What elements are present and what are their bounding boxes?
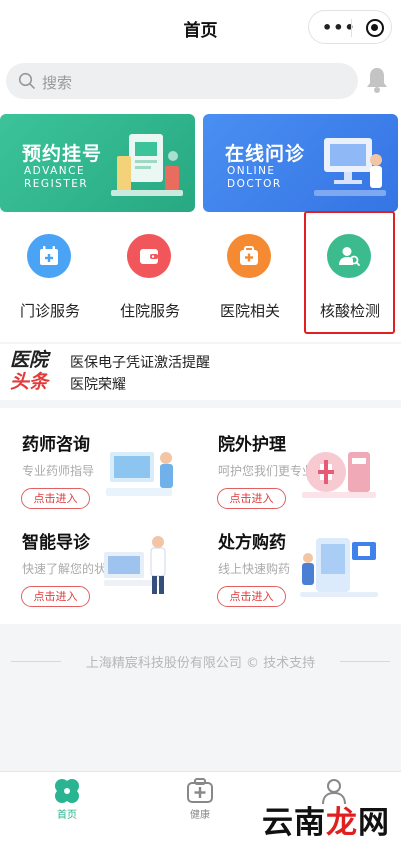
tab-label: 健康 [190, 810, 210, 821]
service-label: 医院相关 [219, 302, 280, 320]
banner-advance-register[interactable]: 预约挂号 ADVANCE REGISTER [0, 114, 195, 212]
news-item[interactable]: 医院荣耀 [70, 374, 126, 394]
card-title: 智能导诊 [22, 533, 90, 553]
calendar-plus-icon [27, 234, 71, 278]
miniprogram-capsule: ••• [308, 10, 392, 44]
card-prescription-purchase[interactable]: 处方购药 线上快速购药 点击进入 [196, 514, 386, 614]
news-brand-logo: 医院 头条 [10, 349, 60, 393]
footer-divider [340, 661, 390, 662]
search-row: 搜索 [0, 56, 401, 106]
card-title: 药师咨询 [22, 435, 90, 455]
search-input[interactable]: 搜索 [6, 63, 358, 99]
card-subtitle: 线上快速购药 [218, 562, 291, 576]
watermark-text-3: 网 [358, 805, 390, 841]
card-title: 处方购药 [218, 533, 286, 553]
enter-button[interactable]: 点击进入 [21, 586, 90, 607]
triage-illustration-icon [104, 536, 166, 594]
brand-line-2: 头条 [10, 371, 49, 393]
online-doctor-illustration-icon [314, 138, 386, 196]
pharmacist-illustration-icon [106, 452, 173, 496]
service-outpatient[interactable]: 门诊服务 [0, 218, 100, 342]
card-subtitle: 专业药师指导 [22, 464, 95, 478]
enter-button[interactable]: 点击进入 [21, 488, 90, 509]
pharmacy-illustration-icon [300, 538, 378, 597]
tab-home[interactable]: 首页 [0, 772, 134, 841]
service-label: 门诊服务 [19, 302, 80, 320]
capsule-divider [351, 19, 352, 37]
service-inpatient[interactable]: 住院服务 [100, 218, 200, 342]
watermark-text-1: 云南 [262, 805, 326, 841]
service-hospital-info[interactable]: 医院相关 [200, 218, 300, 342]
banner-title: 在线问诊 [225, 143, 306, 165]
search-icon [18, 72, 35, 89]
registration-illustration-icon [111, 134, 183, 196]
banner-online-doctor[interactable]: 在线问诊 ONLINE DOCTOR [203, 114, 398, 212]
banner-area: 预约挂号 ADVANCE REGISTER 在线问诊 ONLINE DOCTOR [0, 106, 401, 218]
search-placeholder: 搜索 [42, 74, 73, 92]
medical-kit-icon [227, 234, 271, 278]
card-pharmacist-consult[interactable]: 药师咨询 专业药师指导 点击进入 [0, 416, 190, 516]
brand-line-1: 医院 [10, 349, 49, 371]
card-smart-triage[interactable]: 智能导诊 快速了解您的状况 点击进入 [0, 514, 190, 614]
watermark-text-2: 龙 [326, 805, 358, 841]
hospital-news: 医院 头条 医保电子凭证激活提醒 医院荣耀 [0, 344, 401, 400]
tab-label: 首页 [57, 810, 77, 821]
enter-button[interactable]: 点击进入 [217, 586, 286, 607]
clover-home-icon [55, 779, 79, 803]
banner-title: 预约挂号 [22, 143, 103, 165]
top-bar: 首页 ••• [0, 0, 401, 56]
feature-cards: 药师咨询 专业药师指导 点击进入 院外护理 呵护您我们更专业 点击进入 智能导诊… [0, 408, 401, 624]
card-outpatient-care[interactable]: 院外护理 呵护您我们更专业 点击进入 [196, 416, 386, 516]
card-title: 院外护理 [218, 435, 286, 455]
watermark: 云南龙网 [262, 797, 390, 841]
service-label: 住院服务 [119, 302, 180, 320]
highlight-box [304, 211, 395, 334]
bell-icon[interactable] [365, 66, 389, 94]
care-illustration-icon [302, 452, 376, 498]
enter-button[interactable]: 点击进入 [217, 488, 286, 509]
wallet-icon [127, 234, 171, 278]
medical-box-icon [187, 778, 213, 803]
close-circle-icon[interactable] [366, 19, 384, 37]
footer: 上海精宸科技股份有限公司 © 技术支持 [0, 651, 401, 671]
news-item[interactable]: 医保电子凭证激活提醒 [70, 352, 210, 372]
tab-health[interactable]: 健康 [133, 772, 267, 841]
